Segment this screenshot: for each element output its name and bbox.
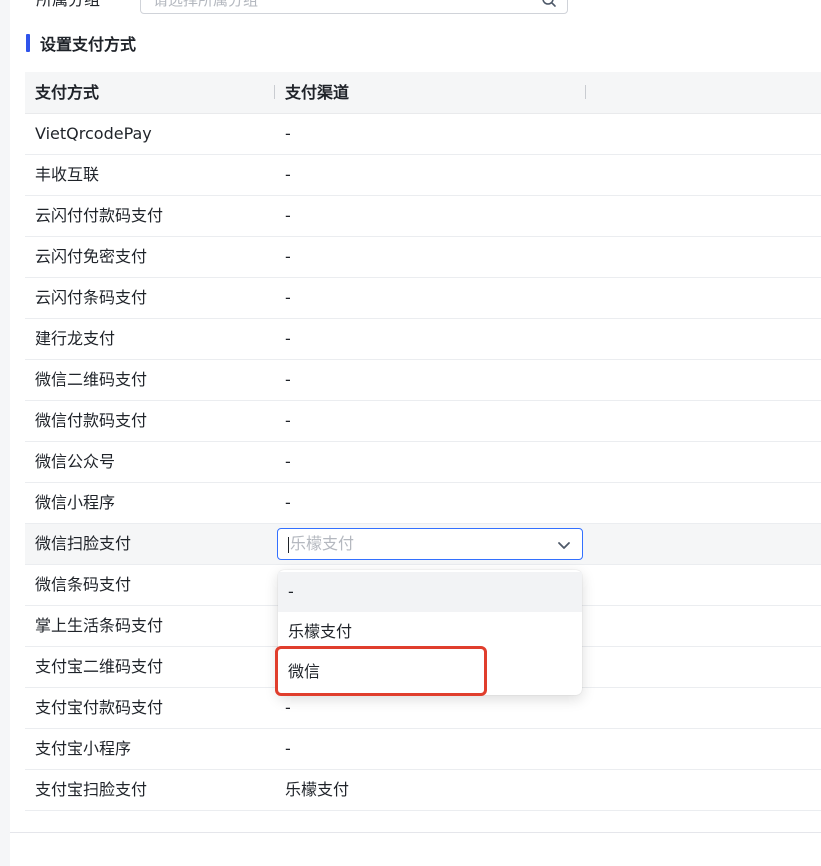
channel-cell[interactable]: - xyxy=(285,442,291,482)
table-row: 云闪付条码支付 - xyxy=(25,278,821,319)
method-cell: 丰收互联 xyxy=(35,165,100,184)
table-row: 丰收互联 - xyxy=(25,155,821,196)
table-row: 微信扫脸支付 乐檬支付 xyxy=(25,524,821,565)
channel-cell[interactable]: - xyxy=(285,483,291,523)
section-title: 设置支付方式 xyxy=(26,32,136,54)
table-header: 支付方式 支付渠道 xyxy=(25,72,821,114)
text-cursor xyxy=(288,537,289,553)
section-title-text: 设置支付方式 xyxy=(40,35,137,54)
channel-cell[interactable]: - xyxy=(285,401,291,441)
left-gutter xyxy=(0,0,10,866)
method-cell: 云闪付条码支付 xyxy=(35,288,148,307)
channel-cell[interactable]: - xyxy=(285,155,291,195)
table-row: 微信二维码支付 - xyxy=(25,360,821,401)
header-channel: 支付渠道 xyxy=(285,83,350,102)
section-accent-bar xyxy=(26,34,30,52)
payment-table: 支付方式 支付渠道 VietQrcodePay - 丰收互联 - 云闪付付款码支… xyxy=(25,72,821,811)
method-cell: VietQrcodePay xyxy=(35,124,152,143)
column-separator[interactable] xyxy=(585,85,586,99)
method-cell: 支付宝扫脸支付 xyxy=(35,780,148,799)
method-cell: 支付宝二维码支付 xyxy=(35,657,164,676)
column-separator[interactable] xyxy=(274,85,275,99)
table-row: 支付宝小程序 - xyxy=(25,729,821,770)
table-row: VietQrcodePay - xyxy=(25,114,821,155)
table-row: 支付宝扫脸支付 乐檬支付 xyxy=(25,770,821,811)
method-cell: 微信扫脸支付 xyxy=(35,534,132,553)
group-form-row: 所属分组 请选择所属分组 xyxy=(0,0,821,14)
table-row: 微信小程序 - xyxy=(25,483,821,524)
channel-cell[interactable]: - xyxy=(285,278,291,318)
group-select[interactable]: 请选择所属分组 xyxy=(140,0,568,14)
channel-select[interactable]: 乐檬支付 xyxy=(277,528,583,560)
divider xyxy=(10,832,821,833)
method-cell: 支付宝付款码支付 xyxy=(35,698,164,717)
method-cell: 支付宝小程序 xyxy=(35,739,132,758)
method-cell: 微信二维码支付 xyxy=(35,370,148,389)
channel-cell[interactable]: - xyxy=(285,360,291,400)
group-select-placeholder: 请选择所属分组 xyxy=(153,0,259,9)
channel-select-value: 乐檬支付 xyxy=(290,534,355,553)
table-row: 云闪付免密支付 - xyxy=(25,237,821,278)
channel-cell[interactable]: - xyxy=(285,319,291,359)
channel-cell[interactable]: 乐檬支付 xyxy=(285,770,349,810)
method-cell: 微信公众号 xyxy=(35,452,116,471)
table-row: 云闪付付款码支付 - xyxy=(25,196,821,237)
group-label: 所属分组 xyxy=(36,0,100,12)
channel-cell[interactable]: - xyxy=(285,114,291,154)
dropdown-option[interactable]: - xyxy=(278,572,582,612)
highlight-annotation xyxy=(275,646,487,696)
method-cell: 建行龙支付 xyxy=(35,329,116,348)
search-icon xyxy=(542,0,556,7)
table-row: 建行龙支付 - xyxy=(25,319,821,360)
channel-cell[interactable]: - xyxy=(285,729,291,769)
header-method: 支付方式 xyxy=(35,83,100,102)
method-cell: 微信小程序 xyxy=(35,493,116,512)
method-cell: 掌上生活条码支付 xyxy=(35,616,164,635)
chevron-down-icon xyxy=(558,542,570,549)
table-row: 微信公众号 - xyxy=(25,442,821,483)
page: 所属分组 请选择所属分组 设置支付方式 支付方式 支付渠道 VietQrcode… xyxy=(0,0,821,866)
channel-cell[interactable]: - xyxy=(285,196,291,236)
method-cell: 微信条码支付 xyxy=(35,575,132,594)
table-row: 微信付款码支付 - xyxy=(25,401,821,442)
method-cell: 云闪付付款码支付 xyxy=(35,206,164,225)
method-cell: 微信付款码支付 xyxy=(35,411,148,430)
method-cell: 云闪付免密支付 xyxy=(35,247,148,266)
channel-cell[interactable]: - xyxy=(285,237,291,277)
